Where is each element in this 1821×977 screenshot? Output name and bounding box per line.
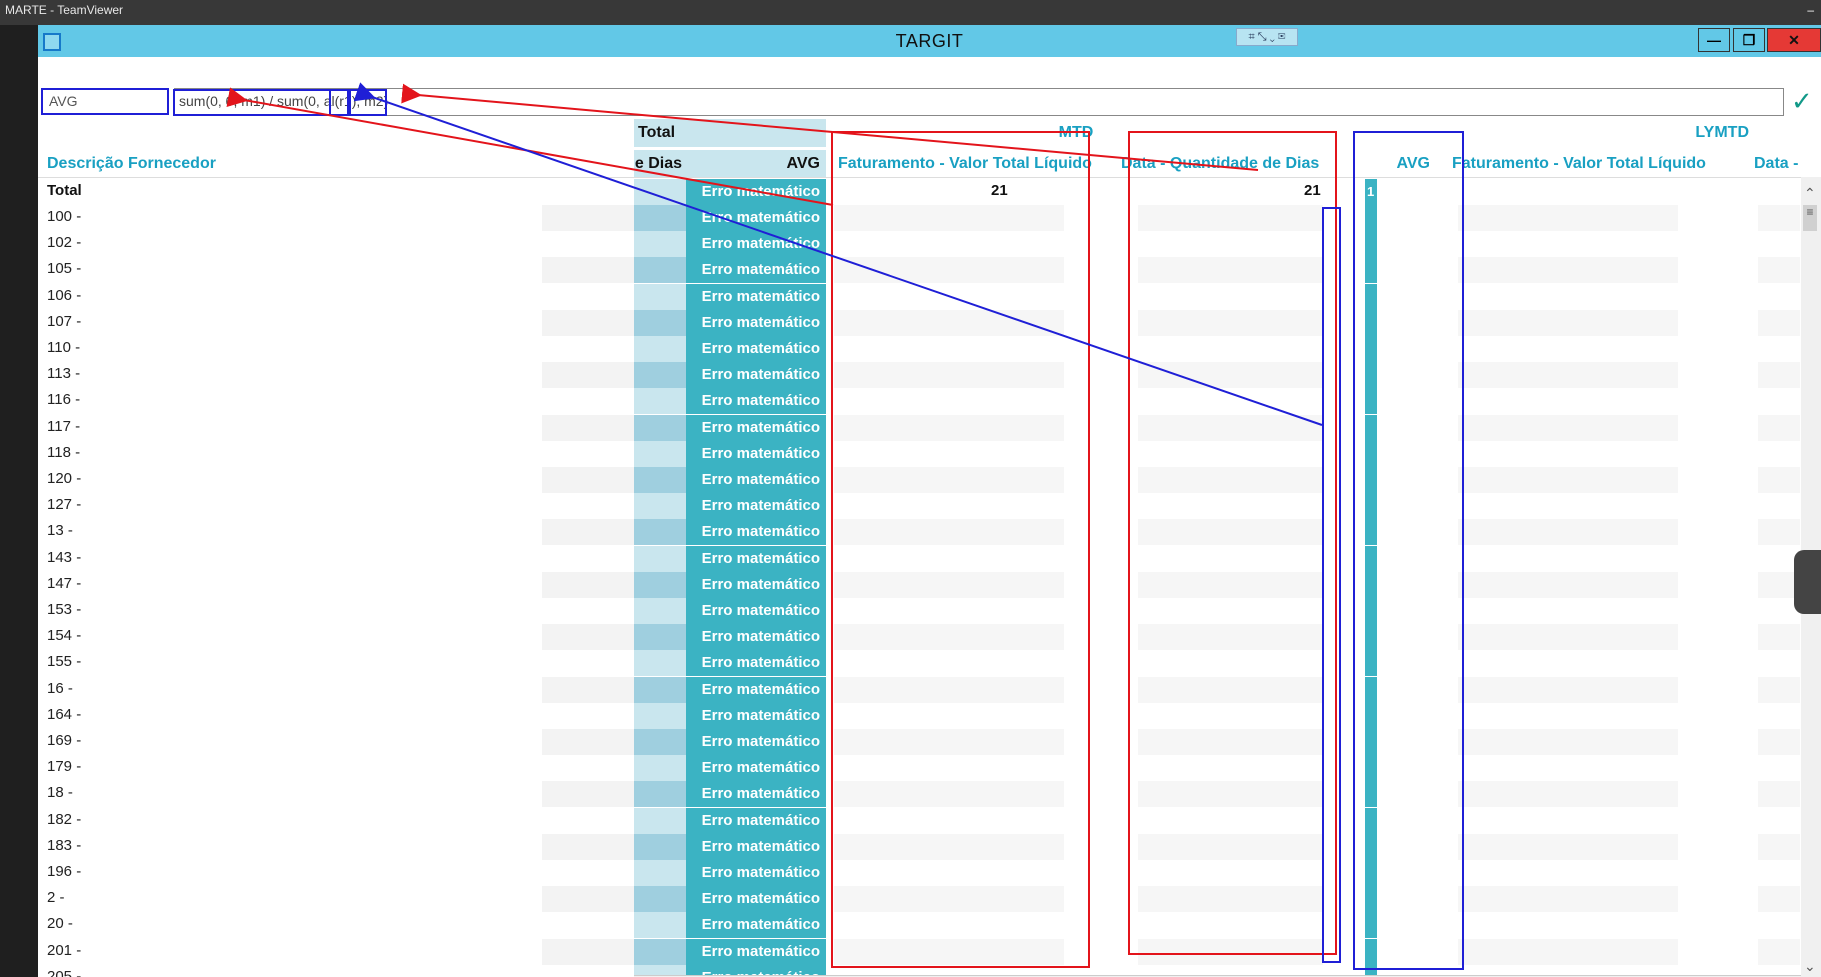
arrow-red-2 [401,83,1259,171]
annotation-arrows [226,82,1323,426]
arrow-red-1 [226,87,834,206]
arrow-blue-1 [353,82,1323,426]
